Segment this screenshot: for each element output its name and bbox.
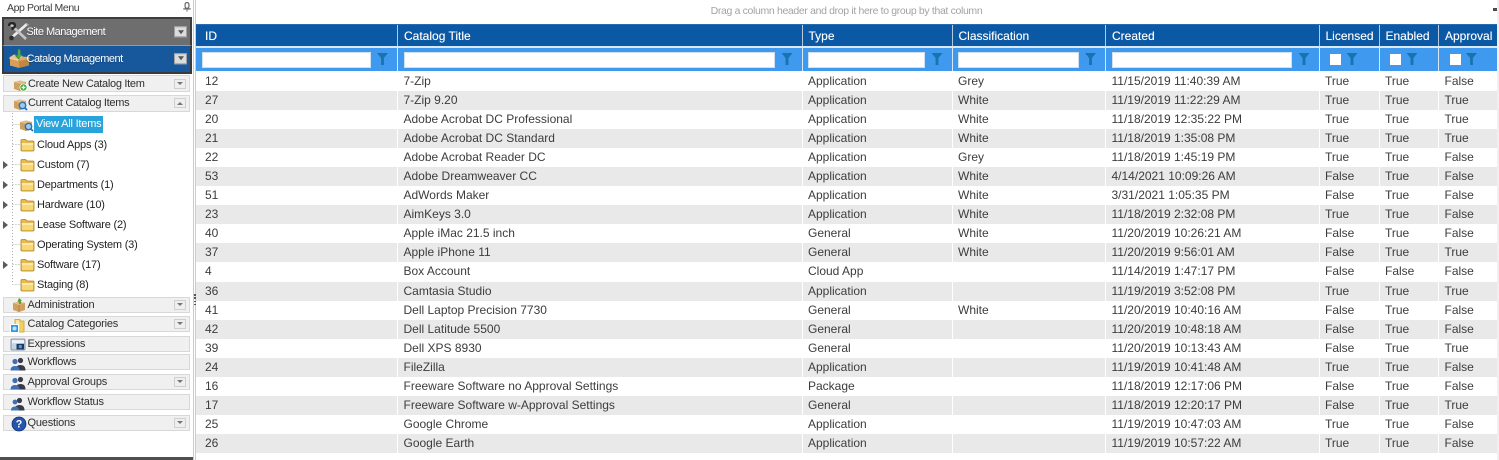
svg-text:?: ? — [16, 419, 23, 431]
